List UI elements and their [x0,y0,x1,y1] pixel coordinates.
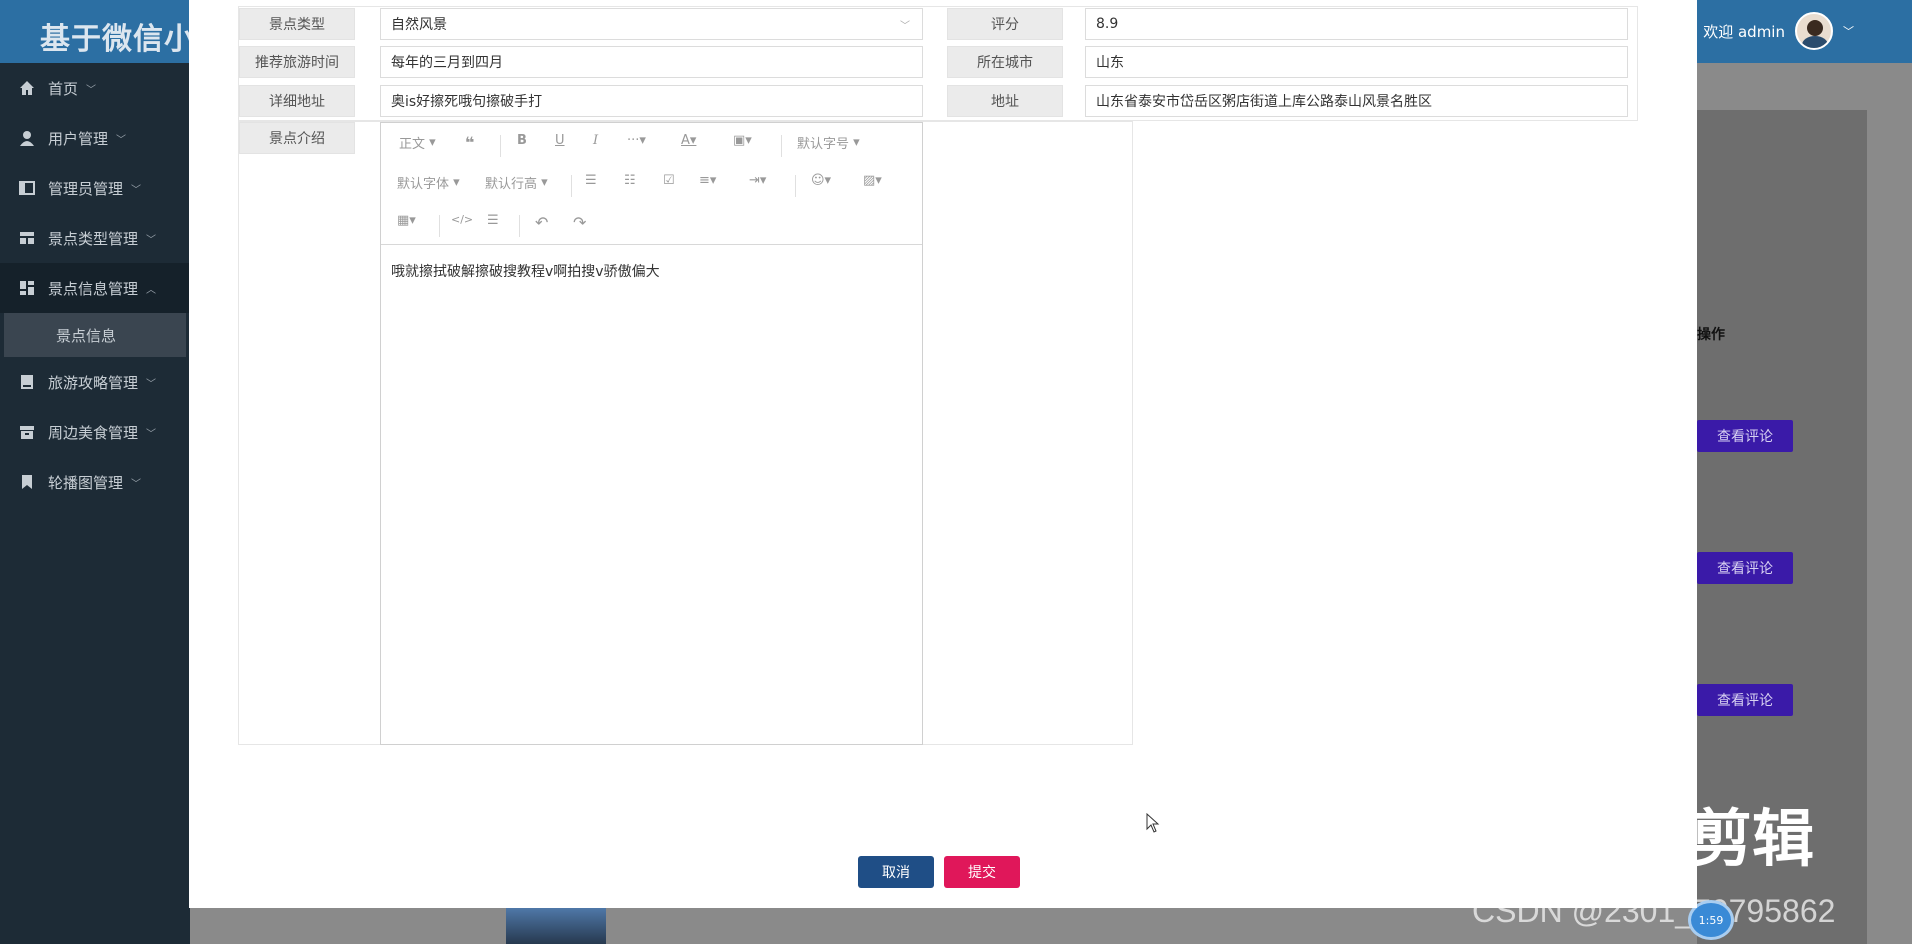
cancel-button[interactable]: 取消 [858,856,934,888]
grid-icon [18,229,36,247]
italic-icon[interactable]: I [593,133,598,148]
editor-content[interactable]: 哦就擦拭破解擦破搜教程v啊拍搜v骄傲偏大 [381,245,922,297]
chevron-down-icon: ﹀ [131,478,142,490]
box-icon [18,423,36,441]
toolbar-divider [795,175,796,197]
rich-text-editor[interactable]: 正文 ▾ ❝ B U I ···▾ A▾ ▣▾ 默认字号 ▾ 默认字体 ▾ 默认… [380,122,923,745]
book-icon [18,373,36,391]
line-height-select[interactable]: 默认行高 ▾ [485,173,548,192]
spot-thumbnail [506,908,606,944]
spot-type-label: 景点类型 [239,8,355,40]
toolbar-divider [439,215,440,237]
sidebar-item-label: 景点信息管理 [48,279,139,298]
user-menu[interactable]: 欢迎 admin ﹀ [1703,12,1854,50]
font-family-select[interactable]: 默认字体 ▾ [397,173,460,192]
sidebar-item-home[interactable]: 首页 ﹀ [0,63,190,113]
edit-modal: 景点类型 自然风景 ﹀ 评分 8.9 推荐旅游时间 每年的三月到四月 所在城市 … [189,0,1697,908]
chevron-up-icon: ︿ [146,284,157,296]
spot-type-select[interactable]: 自然风景 ﹀ [380,8,923,40]
redo-icon[interactable]: ↷ [573,213,586,232]
app-title: 基于微信小 [40,22,195,57]
view-comments-button[interactable]: 查看评论 [1697,552,1793,584]
avatar[interactable] [1795,12,1833,50]
editor-toolbar: 正文 ▾ ❝ B U I ···▾ A▾ ▣▾ 默认字号 ▾ 默认字体 ▾ 默认… [381,123,922,245]
rating-field[interactable]: 8.9 [1085,8,1628,40]
sidebar-item-food[interactable]: 周边美食管理 ﹀ [0,407,190,457]
quote-icon[interactable]: ❝ [465,133,474,152]
undo-icon[interactable]: ↶ [535,213,548,232]
sidebar-item-admins[interactable]: 管理员管理 ﹀ [0,163,190,213]
chevron-down-icon: ﹀ [146,378,157,390]
sidebar-item-label: 旅游攻略管理 [48,373,139,392]
recommended-time-field[interactable]: 每年的三月到四月 [380,46,923,78]
sidebar-subitem-spot-info[interactable]: 景点信息 [4,313,186,357]
detail-address-field[interactable]: 奥is好擦死哦句擦破手打 [380,85,923,117]
recommended-time-label: 推荐旅游时间 [239,46,355,78]
sidebar-item-label: 景点类型管理 [48,229,139,248]
detail-address-label: 详细地址 [239,85,355,117]
sidebar-item-guides[interactable]: 旅游攻略管理 ﹀ [0,357,190,407]
chevron-down-icon: ﹀ [146,428,157,440]
welcome-text: 欢迎 admin [1703,22,1785,41]
sidebar-item-spot-info[interactable]: 景点信息管理 ︿ [0,263,190,313]
address-field[interactable]: 山东省泰安市岱岳区粥店街道上库公路泰山风景名胜区 [1085,85,1628,117]
sidebar-item-label: 用户管理 [48,129,109,148]
divider-line-icon[interactable]: ☰ [487,213,499,228]
numbered-list-icon[interactable]: ☷ [624,173,636,188]
user-icon [18,129,36,147]
underline-icon[interactable]: U [555,133,565,148]
sidebar-item-users[interactable]: 用户管理 ﹀ [0,113,190,163]
toolbar-divider [781,135,782,157]
admin-icon [18,179,36,197]
spot-type-value: 自然风景 [391,17,447,33]
sidebar: 首页 ﹀ 用户管理 ﹀ 管理员管理 ﹀ 景点类型管理 ﹀ 景点信息管理 ︿ 景点信息 旅游… [0,63,190,944]
submit-button[interactable]: 提交 [944,856,1020,888]
address-label: 地址 [947,85,1063,117]
toolbar-divider [500,135,501,157]
chevron-down-icon: ﹀ [131,184,142,196]
todo-icon[interactable]: ☑ [663,173,675,188]
heading-select[interactable]: 正文 ▾ [399,133,436,152]
indent-icon[interactable]: ⇥▾ [749,173,766,188]
bold-icon[interactable]: B [517,133,527,148]
dashboard-icon [18,279,36,297]
rating-label: 评分 [947,8,1063,40]
code-icon[interactable]: </> [451,213,473,226]
chevron-down-icon: ﹀ [900,20,910,32]
image-icon[interactable]: ▨▾ [863,173,882,188]
chevron-down-icon: ﹀ [86,84,97,96]
sidebar-item-carousel[interactable]: 轮播图管理 ﹀ [0,457,190,507]
chevron-down-icon: ﹀ [1843,25,1854,38]
sidebar-item-label: 周边美食管理 [48,423,139,442]
sidebar-item-spot-types[interactable]: 景点类型管理 ﹀ [0,213,190,263]
operation-column-header: 操作 [1697,327,1725,343]
background-color-icon[interactable]: ▣▾ [733,133,752,148]
edit-watermark: 剪辑 [1690,802,1815,875]
view-comments-button[interactable]: 查看评论 [1697,684,1793,716]
toolbar-divider [571,175,572,197]
chevron-down-icon: ﹀ [116,134,127,146]
sidebar-item-label: 首页 [48,79,79,98]
bookmark-icon [18,473,36,491]
sidebar-item-label: 管理员管理 [48,179,124,198]
more-icon[interactable]: ···▾ [627,133,646,148]
font-size-select[interactable]: 默认字号 ▾ [797,133,860,152]
table-icon[interactable]: ▦▾ [397,213,416,228]
toolbar-divider [519,215,520,237]
sidebar-item-label: 轮播图管理 [48,473,124,492]
city-label: 所在城市 [947,46,1063,78]
font-color-icon[interactable]: A▾ [681,133,696,148]
intro-label: 景点介绍 [239,122,355,154]
mouse-cursor-icon [1146,813,1160,833]
align-icon[interactable]: ≡▾ [699,173,716,188]
home-icon [18,79,36,97]
chevron-down-icon: ﹀ [146,234,157,246]
view-comments-button[interactable]: 查看评论 [1697,420,1793,452]
bulleted-list-icon[interactable]: ☰ [585,173,597,188]
city-field[interactable]: 山东 [1085,46,1628,78]
emoji-icon[interactable]: ☺▾ [811,173,831,188]
